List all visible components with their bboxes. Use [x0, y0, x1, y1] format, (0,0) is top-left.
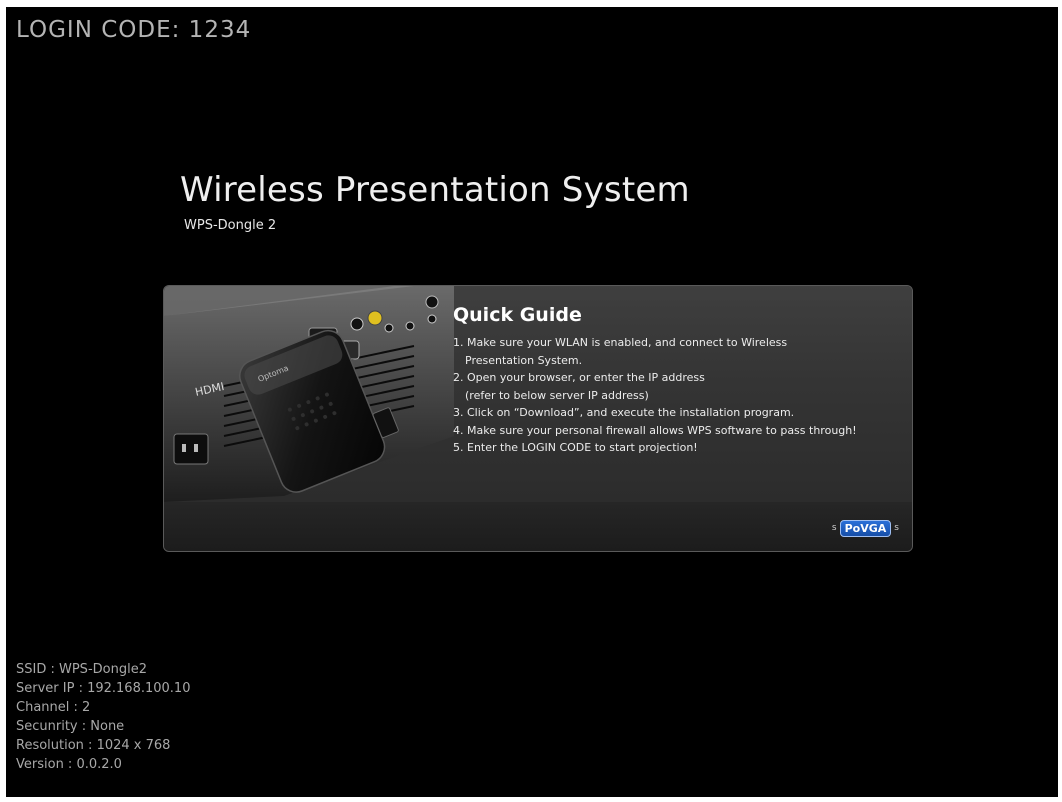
logo-dot-left: s	[831, 523, 837, 533]
guide-steps: 1. Make sure your WLAN is enabled, and c…	[453, 334, 908, 457]
guide-step-4: 4. Make sure your personal firewall allo…	[453, 422, 908, 440]
povga-badge: PoVGA	[839, 519, 892, 537]
power-socket	[173, 433, 209, 465]
channel-info: Channel : 2	[16, 700, 91, 715]
security-info: Secunrity : None	[16, 719, 125, 734]
connection-info: SSID : WPS-Dongle2 Server IP : 192.168.1…	[16, 660, 190, 774]
step-text: 1. Make sure your WLAN is enabled, and c…	[453, 336, 788, 349]
guide-step-1: 1. Make sure your WLAN is enabled, and c…	[453, 334, 908, 369]
step-text: 2. Open your browser, or enter the IP ad…	[453, 371, 705, 384]
step-text: 3. Click on “Download”, and execute the …	[453, 406, 795, 419]
composite-port	[367, 310, 383, 326]
guide-content: Quick Guide 1. Make sure your WLAN is en…	[453, 304, 908, 457]
povga-logo: s PoVGA s	[829, 518, 902, 538]
quick-guide-panel: s PoVGA s HDMI Optoma Quick Guide 1. Mak…	[163, 285, 913, 552]
guide-panel-bottom: s PoVGA s	[164, 502, 912, 551]
step-text-cont: Presentation System.	[465, 353, 583, 367]
login-code: LOGIN CODE: 1234	[16, 17, 252, 43]
step-text: 4. Make sure your personal firewall allo…	[453, 423, 857, 437]
version-info: Version : 0.0.2.0	[16, 757, 122, 772]
device-model: WPS-Dongle 2	[184, 218, 277, 233]
page-title: Wireless Presentation System	[180, 170, 690, 210]
step-text-cont: (refer to below server IP address)	[465, 388, 649, 402]
ssid-info: SSID : WPS-Dongle2	[16, 662, 147, 677]
svideo-port	[350, 317, 364, 331]
guide-step-3: 3. Click on “Download”, and execute the …	[453, 404, 908, 422]
guide-step-5: 5. Enter the LOGIN CODE to start project…	[453, 439, 908, 457]
projector-screen: LOGIN CODE: 1234 Wireless Presentation S…	[6, 7, 1058, 797]
dongle-device-image: HDMI Optoma	[164, 286, 454, 502]
step-text: 5. Enter the LOGIN CODE to start project…	[453, 441, 698, 454]
resolution-info: Resolution : 1024 x 768	[16, 738, 171, 753]
logo-dot-right: s	[894, 523, 899, 533]
server-ip-info: Server IP : 192.168.100.10	[16, 681, 191, 696]
guide-step-2: 2. Open your browser, or enter the IP ad…	[453, 369, 908, 404]
guide-heading: Quick Guide	[453, 304, 582, 326]
